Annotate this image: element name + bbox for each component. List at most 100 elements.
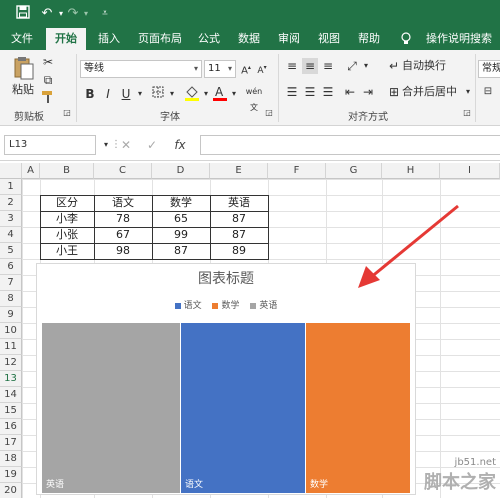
tab-insert[interactable]: 插入 [92,28,126,50]
chart-legend[interactable]: 语文 数学 英语 [37,298,415,311]
alignment-launcher-icon[interactable]: ◲ [462,108,472,118]
font-color-dropdown-icon[interactable]: ▾ [226,86,242,102]
table-cell[interactable]: 99 [152,227,210,243]
tab-home[interactable]: 开始 [46,28,86,50]
table-cell[interactable]: 78 [94,211,152,227]
row-header[interactable]: 15 [0,403,22,419]
clipboard-launcher-icon[interactable]: ◲ [62,108,72,118]
font-launcher-icon[interactable]: ◲ [264,108,274,118]
number-format-select[interactable]: 常规 [478,60,500,78]
cut-icon[interactable]: ✂ [40,54,56,70]
enter-icon[interactable]: ✓ [144,137,160,153]
tab-file[interactable]: 文件 [4,28,40,50]
row-header[interactable]: 5 [0,243,22,259]
table-cell[interactable]: 67 [94,227,152,243]
merge-center-button[interactable]: 合并后居中 [402,84,457,100]
tab-review[interactable]: 审阅 [272,28,306,50]
row-header[interactable]: 3 [0,211,22,227]
table-header-cell[interactable]: 语文 [94,195,152,211]
decrease-indent-icon[interactable]: ⇤ [342,84,358,100]
redo-dropdown-icon[interactable]: ▾ [77,5,95,23]
name-box[interactable]: L13 [4,135,96,155]
row-header[interactable]: 6 [0,259,22,275]
row-header[interactable]: 2 [0,195,22,211]
table-cell[interactable]: 87 [152,243,210,259]
insert-function-icon[interactable]: fx [172,137,188,153]
table-cell[interactable]: 87 [210,211,268,227]
table-cell[interactable]: 89 [210,243,268,259]
column-header[interactable]: G [326,163,382,179]
table-cell[interactable]: 98 [94,243,152,259]
borders-dropdown-icon[interactable]: ▾ [164,86,180,102]
row-header[interactable]: 8 [0,291,22,307]
column-header[interactable]: H [382,163,440,179]
tab-view[interactable]: 视图 [312,28,346,50]
tab-formulas[interactable]: 公式 [192,28,226,50]
cancel-icon[interactable]: ✕ [118,137,134,153]
increase-font-icon[interactable]: A▴ [238,60,254,76]
row-header[interactable]: 9 [0,307,22,323]
row-header[interactable]: 19 [0,467,22,483]
font-size-select[interactable]: 11 ▾ [204,60,236,78]
currency-icon[interactable]: ⊟ [480,84,496,100]
row-header[interactable]: 18 [0,451,22,467]
align-left-icon[interactable]: ☰ [284,84,300,100]
column-header[interactable]: E [210,163,268,179]
row-header[interactable]: 20 [0,483,22,498]
chart-bar-2[interactable]: 数学 [306,323,410,493]
table-cell[interactable]: 小李 [40,211,94,227]
wrap-text-icon[interactable]: ↵ [386,58,402,74]
column-header[interactable]: I [440,163,500,179]
column-header[interactable]: C [94,163,152,179]
decrease-font-icon[interactable]: A▾ [254,60,270,76]
increase-indent-icon[interactable]: ⇥ [360,84,376,100]
table-header-cell[interactable]: 区分 [40,195,94,211]
column-header[interactable]: A [22,163,40,179]
orientation-dropdown-icon[interactable]: ▾ [358,58,374,74]
column-header[interactable]: D [152,163,210,179]
tab-data[interactable]: 数据 [232,28,266,50]
merge-dropdown-icon[interactable]: ▾ [460,84,476,100]
align-right-icon[interactable]: ☰ [320,84,336,100]
align-top-icon[interactable]: ≡ [284,58,300,74]
table-cell[interactable]: 87 [210,227,268,243]
align-middle-icon[interactable]: ≡ [302,58,318,74]
wrap-text-button[interactable]: 自动换行 [402,58,446,74]
underline-dropdown-icon[interactable]: ▾ [132,86,148,102]
row-header[interactable]: 1 [0,179,22,195]
row-header[interactable]: 7 [0,275,22,291]
table-header-cell[interactable]: 数学 [152,195,210,211]
table-header-cell[interactable]: 英语 [210,195,268,211]
italic-button[interactable]: I [100,86,116,102]
row-header-selected[interactable]: 13 [0,371,22,387]
tab-page-layout[interactable]: 页面布局 [132,28,188,50]
row-header[interactable]: 10 [0,323,22,339]
tab-help[interactable]: 帮助 [352,28,386,50]
merge-center-icon[interactable]: ⊞ [386,84,402,100]
align-bottom-icon[interactable]: ≡ [320,58,336,74]
table-cell[interactable]: 65 [152,211,210,227]
phonetic-icon[interactable]: wén 文 [244,84,264,112]
row-header[interactable]: 17 [0,435,22,451]
copy-icon[interactable]: ⧉ [40,72,56,88]
chart-bar-1[interactable]: 语文 [181,323,305,493]
font-name-select[interactable]: 等线 ▾ [80,60,202,78]
save-icon[interactable] [14,5,32,23]
row-header[interactable]: 14 [0,387,22,403]
chart-object[interactable]: 图表标题 语文 数学 英语 英语 语文 数学 [36,263,416,495]
align-center-icon[interactable]: ☰ [302,84,318,100]
row-header[interactable]: 11 [0,339,22,355]
select-all-corner[interactable] [0,163,22,179]
customize-quick-access-icon[interactable]: ⩡ [96,5,114,23]
table-cell[interactable]: 小王 [40,243,94,259]
paste-button[interactable]: 粘贴 [12,82,34,98]
bold-button[interactable]: B [82,86,98,102]
column-header[interactable]: F [268,163,326,179]
table-cell[interactable]: 小张 [40,227,94,243]
formula-input[interactable] [200,135,500,155]
row-header[interactable]: 4 [0,227,22,243]
paste-icon[interactable] [12,56,34,80]
row-header[interactable]: 12 [0,355,22,371]
column-header[interactable]: B [40,163,94,179]
format-painter-icon[interactable] [40,90,56,106]
